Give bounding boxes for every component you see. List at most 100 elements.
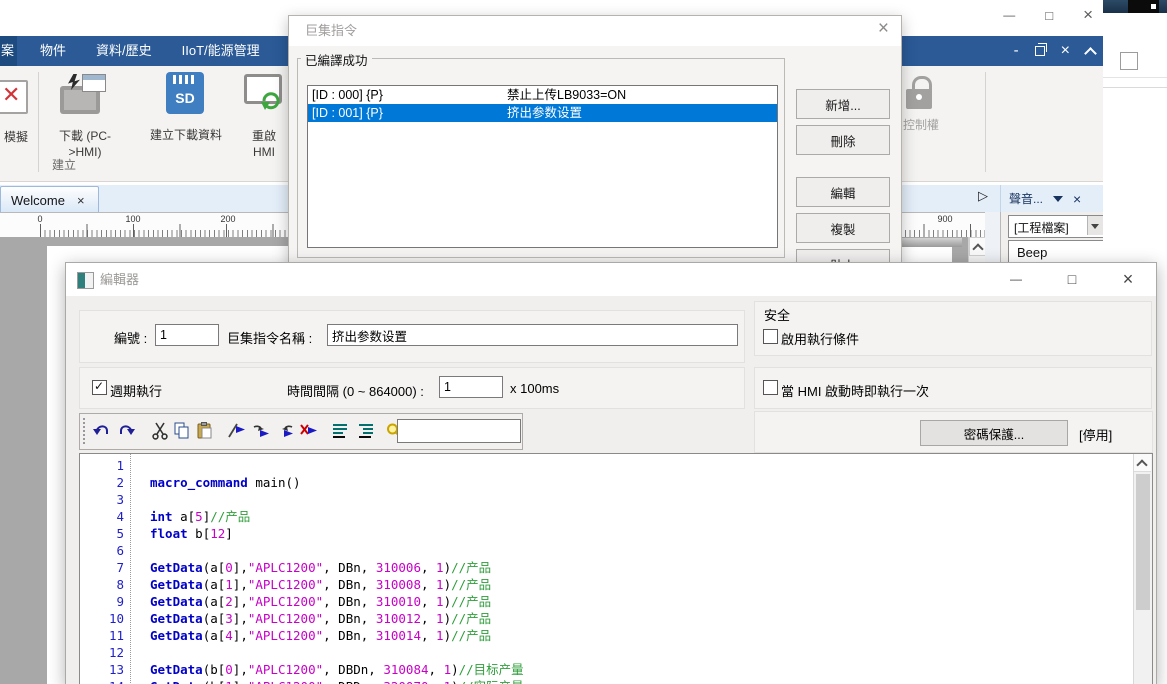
interval-input[interactable] <box>439 376 503 398</box>
reboot-hmi-icon[interactable] <box>244 72 284 114</box>
maximize-icon[interactable]: □ <box>1044 263 1100 296</box>
redo-icon[interactable] <box>116 421 136 441</box>
password-protect-button[interactable]: 密碼保護... <box>920 420 1068 446</box>
close-icon[interactable]: × <box>1100 263 1156 296</box>
simulate-label[interactable]: 模擬 <box>0 130 36 145</box>
line-number: 4 <box>80 508 124 525</box>
ribbon-tab-file-partial[interactable]: 案 <box>0 36 17 66</box>
macro-name-label: 巨集指令名稱 : <box>227 328 312 347</box>
scroll-up-button[interactable] <box>1134 454 1151 472</box>
sd-text: SD <box>166 90 204 106</box>
code-line: 9GetData(a[2],"APLC1200", DBn, 310010, 1… <box>80 593 1132 610</box>
restore-icon[interactable] <box>1035 46 1045 56</box>
code-lines: 12macro_command main()34int a[5]//产品5flo… <box>80 457 1132 684</box>
sound-list-item[interactable]: Beep <box>1009 241 1105 260</box>
clear-bookmarks-icon[interactable] <box>299 421 319 441</box>
line-number: 8 <box>80 576 124 593</box>
code-line: 10GetData(a[3],"APLC1200", DBn, 310012, … <box>80 610 1132 627</box>
execution-condition-label: 啟用執行條件 <box>781 329 859 348</box>
reboot-label-line1: 重啟 <box>238 128 290 144</box>
minimize-icon[interactable]: — <box>1003 8 1015 22</box>
ribbon-window-controls: - × <box>1014 36 1095 66</box>
code-line: 3 <box>80 491 1132 508</box>
code-line: 14GetData(b[1],"APLC1200", DBDn, 320070,… <box>80 678 1132 684</box>
copy-icon[interactable] <box>172 421 192 441</box>
dropdown-icon[interactable] <box>1053 196 1063 202</box>
compile-status-label: 已編譯成功 <box>301 50 372 69</box>
line-text: GetData(a[3],"APLC1200", DBn, 310012, 1)… <box>150 610 491 627</box>
close-icon[interactable]: × <box>1073 191 1081 207</box>
code-line: 12 <box>80 644 1132 661</box>
toggle-bookmark-icon[interactable] <box>227 421 247 441</box>
minimize-icon[interactable]: - <box>1014 46 1019 56</box>
ribbon-tabs: 物件資料/歷史IIoT/能源管理 <box>25 36 275 66</box>
macro-dialog-titlebar <box>289 16 901 46</box>
screen-shape <box>64 90 96 110</box>
periodic-checkbox[interactable] <box>92 380 107 395</box>
line-number: 9 <box>80 593 124 610</box>
scrollbar-thumb[interactable] <box>1136 474 1150 610</box>
copy-button[interactable]: 複製 <box>796 213 890 243</box>
simulate-icon[interactable]: ✕ <box>0 78 26 116</box>
ribbon-tab-0[interactable]: 物件 <box>25 36 81 66</box>
ruler-label: 900 <box>937 214 952 224</box>
macro-id-input[interactable] <box>155 324 219 346</box>
tab-close-icon[interactable]: × <box>77 193 85 208</box>
indent-icon[interactable] <box>331 421 351 441</box>
macro-list-row[interactable]: [ID : 000] {P}禁止上传LB9033=ON <box>308 86 777 104</box>
lock-icon <box>904 76 938 116</box>
collapse-ribbon-icon[interactable] <box>1084 47 1097 60</box>
add-button[interactable]: 新增... <box>796 89 890 119</box>
maximize-icon[interactable]: □ <box>1045 8 1053 23</box>
close-icon[interactable]: × <box>1083 5 1093 25</box>
editor-app-icon <box>77 272 94 289</box>
red-x-glyph: ✕ <box>2 82 20 108</box>
reboot-label[interactable]: 重啟 HMI <box>238 128 290 160</box>
code-line: 5float b[12] <box>80 525 1132 542</box>
code-line: 1 <box>80 457 1132 474</box>
paste-icon[interactable] <box>195 421 215 441</box>
next-bookmark-icon[interactable] <box>251 421 271 441</box>
combobox-arrow-button[interactable] <box>1087 216 1103 235</box>
sound-panel-header: 聲音... × <box>1000 185 1104 212</box>
chevron-up-icon <box>1136 459 1147 470</box>
delete-button[interactable]: 刪除 <box>796 125 890 155</box>
outdent-icon[interactable] <box>355 421 375 441</box>
square-outline-icon <box>1120 52 1138 70</box>
ribbon-tab-1[interactable]: 資料/歷史 <box>81 36 167 66</box>
horizontal-scrollbar-thumb[interactable] <box>900 238 962 247</box>
previous-bookmark-icon[interactable] <box>275 421 295 441</box>
macro-list-row[interactable]: [ID : 001] {P}挤出参数设置 <box>308 104 777 122</box>
find-input[interactable] <box>397 419 521 443</box>
sd-card-icon[interactable]: SD <box>166 72 204 114</box>
download-icon[interactable] <box>60 74 106 118</box>
macro-name-input[interactable] <box>327 324 738 346</box>
security-panel: 安全 啟用執行條件 <box>754 301 1152 356</box>
ribbon-tab-2[interactable]: IIoT/能源管理 <box>167 36 275 66</box>
build-download-label[interactable]: 建立下載資料 <box>134 128 238 143</box>
ruler-label: 200 <box>220 214 235 224</box>
undo-icon[interactable] <box>92 421 112 441</box>
ruler-label: 0 <box>37 214 42 224</box>
macro-list[interactable]: [ID : 000] {P}禁止上传LB9033=ON[ID : 001] {P… <box>307 85 778 248</box>
close-icon[interactable]: × <box>1061 42 1070 60</box>
sound-library-combobox[interactable]: [工程檔案] <box>1008 215 1104 238</box>
close-icon[interactable]: × <box>878 18 889 40</box>
password-state-label: [停用] <box>1079 425 1112 444</box>
code-line: 8GetData(a[1],"APLC1200", DBn, 310008, 1… <box>80 576 1132 593</box>
security-group-label: 安全 <box>764 305 790 324</box>
minimize-icon[interactable]: — <box>988 263 1044 296</box>
download-label-line1: 下載 (PC- <box>42 128 128 144</box>
code-vertical-scrollbar[interactable] <box>1133 454 1152 684</box>
tab-welcome[interactable]: Welcome × <box>0 186 99 213</box>
startup-panel: 當 HMI 啟動時即執行一次 <box>754 367 1152 409</box>
macro-row-id: [ID : 001] {P} <box>312 104 383 122</box>
divider <box>1103 87 1167 88</box>
edit-button[interactable]: 編輯 <box>796 177 890 207</box>
toolbar-grip[interactable] <box>83 418 85 444</box>
execution-condition-checkbox[interactable] <box>763 329 778 344</box>
panel-expander-icon[interactable]: ▷ <box>978 188 988 204</box>
cut-icon[interactable] <box>150 421 170 441</box>
code-editor[interactable]: 12macro_command main()34int a[5]//产品5flo… <box>79 453 1153 684</box>
run-on-startup-checkbox[interactable] <box>763 380 778 395</box>
